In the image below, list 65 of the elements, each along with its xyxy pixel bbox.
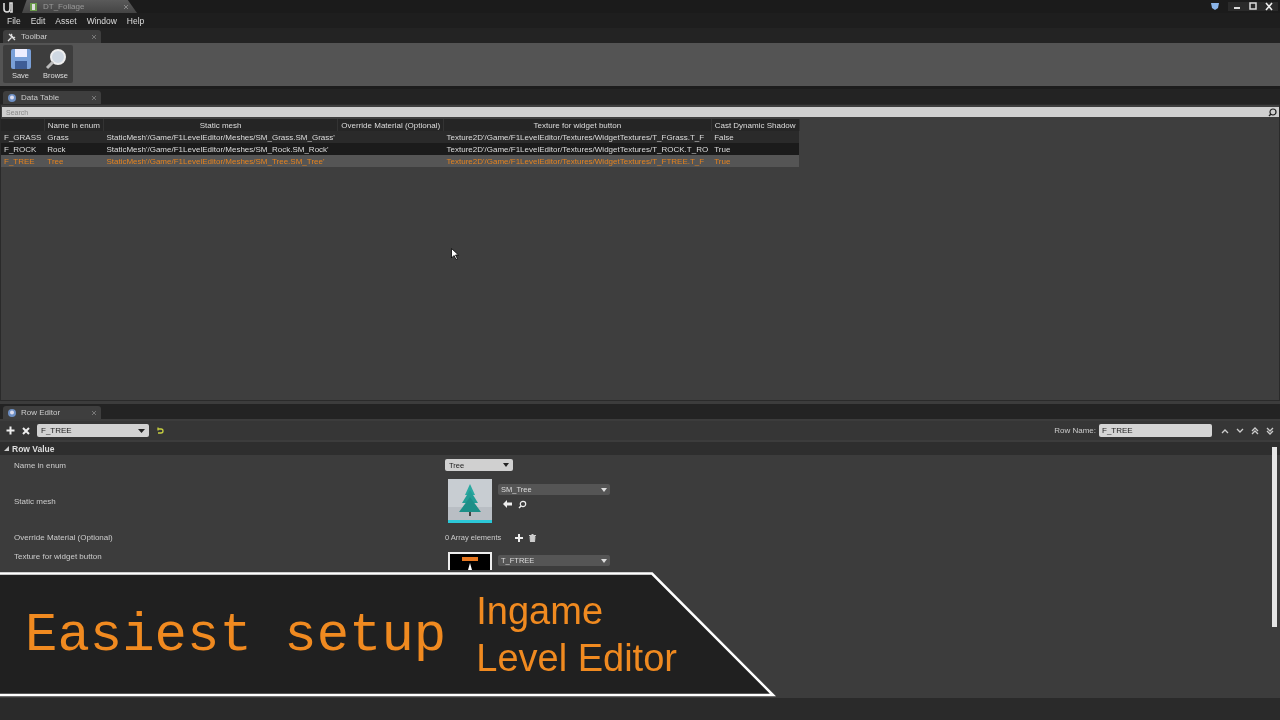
table-cell: F_ROCK: [4, 144, 37, 154]
add-icon[interactable]: [6, 426, 15, 435]
restore-icon[interactable]: [1246, 2, 1260, 11]
property-label: Texture for widget button: [13, 552, 103, 561]
menu-item[interactable]: File: [2, 15, 26, 26]
menu-item[interactable]: Help: [121, 15, 150, 26]
double-chevron-down-icon[interactable]: [1266, 426, 1274, 435]
table-cell: Texture2D'/Game/F1LevelEditor/Textures/WidgetTextures/T_FTREE.T_F: [446, 156, 705, 166]
table-cell: StaticMesh'/Game/F1LevelEditor/Meshes/SM_Grass.SM_Grass': [106, 132, 335, 142]
table-cell: Texture2D'/Game/F1LevelEditor/Textures/WidgetTextures/T_FGrass.T_F: [446, 132, 705, 142]
arrow-left-icon[interactable]: [503, 500, 512, 508]
property-label: Override Material (Optional): [13, 533, 114, 542]
column-header[interactable]: Name in enum: [44, 119, 104, 131]
banner-title: Easiest setup: [25, 604, 447, 666]
panel-tab[interactable]: Toolbar: [3, 30, 101, 43]
table-cell: False: [714, 132, 734, 142]
scrollbar[interactable]: [1272, 447, 1277, 627]
logo-icon: [2, 0, 14, 13]
table-cell: F_TREE: [4, 156, 35, 166]
row-name-field[interactable]: F_TREE: [1099, 424, 1212, 437]
trash-icon[interactable]: [529, 533, 537, 542]
document-icon: [30, 2, 37, 11]
add-icon[interactable]: [515, 533, 524, 542]
shield-icon[interactable]: [1210, 2, 1220, 11]
double-chevron-up-icon[interactable]: [1251, 426, 1259, 435]
wrench-icon: [7, 31, 17, 42]
table-cell: True: [714, 144, 731, 154]
panel-tab[interactable]: Row Editor: [3, 406, 101, 419]
table-cell: StaticMesh'/Game/F1LevelEditor/Meshes/SM_Rock.SM_Rock': [106, 144, 329, 154]
delete-icon[interactable]: [22, 426, 30, 435]
column-header[interactable]: Texture for widget button: [443, 119, 712, 131]
reset-icon[interactable]: [156, 426, 164, 435]
table-cell: Grass: [47, 132, 69, 142]
mouse-cursor-icon: [451, 248, 459, 260]
panel-tab[interactable]: Data Table: [3, 91, 101, 104]
table-row[interactable]: F_GRASS Grass StaticMesh'/Game/F1LevelEditor/Meshes/SM_Grass.SM_Grass' Texture2D'/Game/F1LevelEditor/Textures/WidgetTextures/T_FGrass.T_F False: [1, 131, 800, 143]
property-label: Static mesh: [13, 496, 57, 506]
table-cell: Texture2D'/Game/F1LevelEditor/Textures/WidgetTextures/T_ROCK.T_RO: [446, 144, 709, 154]
caret-icon: [503, 463, 509, 467]
caret-icon: [601, 558, 607, 563]
collapse-arrow-icon[interactable]: [4, 446, 9, 451]
section-header: Row Value: [12, 443, 55, 454]
column-header[interactable]: Cast Dynamic Shadow: [711, 119, 800, 131]
search-icon[interactable]: [1268, 107, 1277, 117]
column-header[interactable]: Static mesh: [103, 119, 338, 131]
table-row[interactable]: F_ROCK Rock StaticMesh'/Game/F1LevelEditor/Meshes/SM_Rock.SM_Rock' Texture2D'/Game/F1LevelEditor/Textures/WidgetTextures/T_ROCK.T_RO True: [1, 143, 800, 155]
row-name-label: Row Name:: [1054, 426, 1096, 435]
chevron-up-icon[interactable]: [1221, 427, 1229, 434]
table-cell: StaticMesh'/Game/F1LevelEditor/Meshes/SM_Tree.SM_Tree': [106, 156, 325, 166]
caret-icon: [601, 487, 607, 492]
banner-subtitle: Level Editor: [476, 636, 677, 681]
close-icon[interactable]: [1262, 2, 1276, 11]
row-dropdown[interactable]: F_TREE: [37, 424, 149, 437]
table-cell: Tree: [47, 156, 64, 166]
table-cell: True: [714, 156, 731, 166]
caret-icon: [138, 428, 145, 433]
table-cell: F_GRASS: [4, 132, 42, 142]
property-label: Name in enum: [13, 460, 68, 470]
column-header[interactable]: Override Material (Optional): [337, 119, 444, 131]
chevron-down-icon[interactable]: [1236, 427, 1244, 434]
table-cell: Rock: [47, 144, 66, 154]
banner-subtitle: Ingame: [476, 589, 605, 634]
menu-item[interactable]: Edit: [25, 15, 51, 26]
menu-item[interactable]: Asset: [50, 15, 82, 26]
menu-item[interactable]: Window: [81, 15, 122, 26]
